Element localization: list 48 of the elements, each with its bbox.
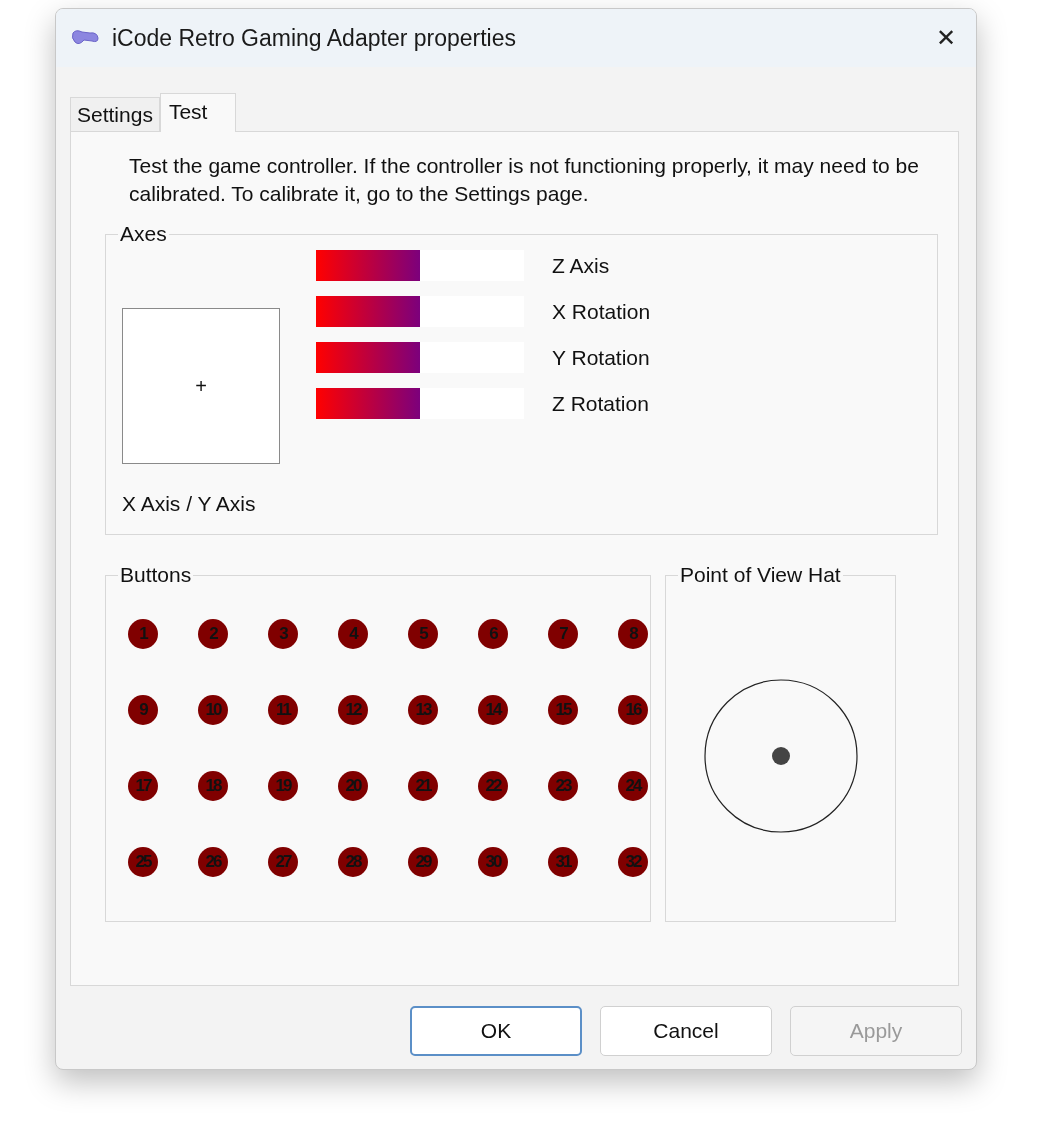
button-indicator: 6 [478, 619, 508, 649]
button-indicator: 30 [478, 847, 508, 877]
button-indicator: 14 [478, 695, 508, 725]
button-indicator: 7 [548, 619, 578, 649]
window-title: iCode Retro Gaming Adapter properties [112, 24, 517, 52]
button-indicator: 8 [618, 619, 648, 649]
group-title: Point of View Hat [679, 563, 842, 587]
button-indicator: 3 [268, 619, 298, 649]
button-indicator: 4 [338, 619, 368, 649]
button-indicator: 12 [338, 695, 368, 725]
axis-label: Z Rotation [552, 391, 649, 416]
axis-label: Z Axis [552, 253, 610, 278]
instructions-text: Test the game controller. If the controller is not functioning properly, it may need to be calibrated. To calibrate it, go to the Settings page. [129, 153, 920, 207]
axis-label: X Axis / Y Axis [122, 492, 257, 516]
button-indicator: 18 [198, 771, 228, 801]
button-indicator: 24 [618, 771, 648, 801]
axis-label: Y Rotation [552, 345, 650, 370]
button-indicator: 21 [408, 771, 438, 801]
dialog-button[interactable]: Cancel [600, 1006, 772, 1056]
button-indicator: 13 [408, 695, 438, 725]
button-indicator: 17 [128, 771, 158, 801]
close-button[interactable]: ✕ [916, 9, 976, 67]
group-title: Axes [119, 222, 168, 246]
group-title: Buttons [119, 563, 193, 587]
crosshair-icon: + [195, 374, 207, 398]
button-indicator: 10 [198, 695, 228, 725]
button-indicator: 9 [128, 695, 158, 725]
button-indicator: 20 [338, 771, 368, 801]
button-indicator: 27 [268, 847, 298, 877]
button-indicator: 2 [198, 619, 228, 649]
button-indicator: 1 [128, 619, 158, 649]
button-indicator: 16 [618, 695, 648, 725]
button-indicator: 5 [408, 619, 438, 649]
button-indicator: 23 [548, 771, 578, 801]
button-indicator: 32 [618, 847, 648, 877]
button-indicator: 28 [338, 847, 368, 877]
button-indicator: 19 [268, 771, 298, 801]
button-indicator: 11 [268, 695, 298, 725]
button-indicator: 22 [478, 771, 508, 801]
button-indicator: 26 [198, 847, 228, 877]
button-indicator: 31 [548, 847, 578, 877]
tab[interactable]: Settings [70, 97, 160, 131]
button-indicator: 25 [128, 847, 158, 877]
axis-label: X Rotation [552, 299, 651, 324]
tab[interactable]: Test [159, 93, 237, 132]
button-indicator: 15 [548, 695, 578, 725]
dialog-button[interactable]: OK [410, 1006, 582, 1056]
button-indicator: 29 [408, 847, 438, 877]
